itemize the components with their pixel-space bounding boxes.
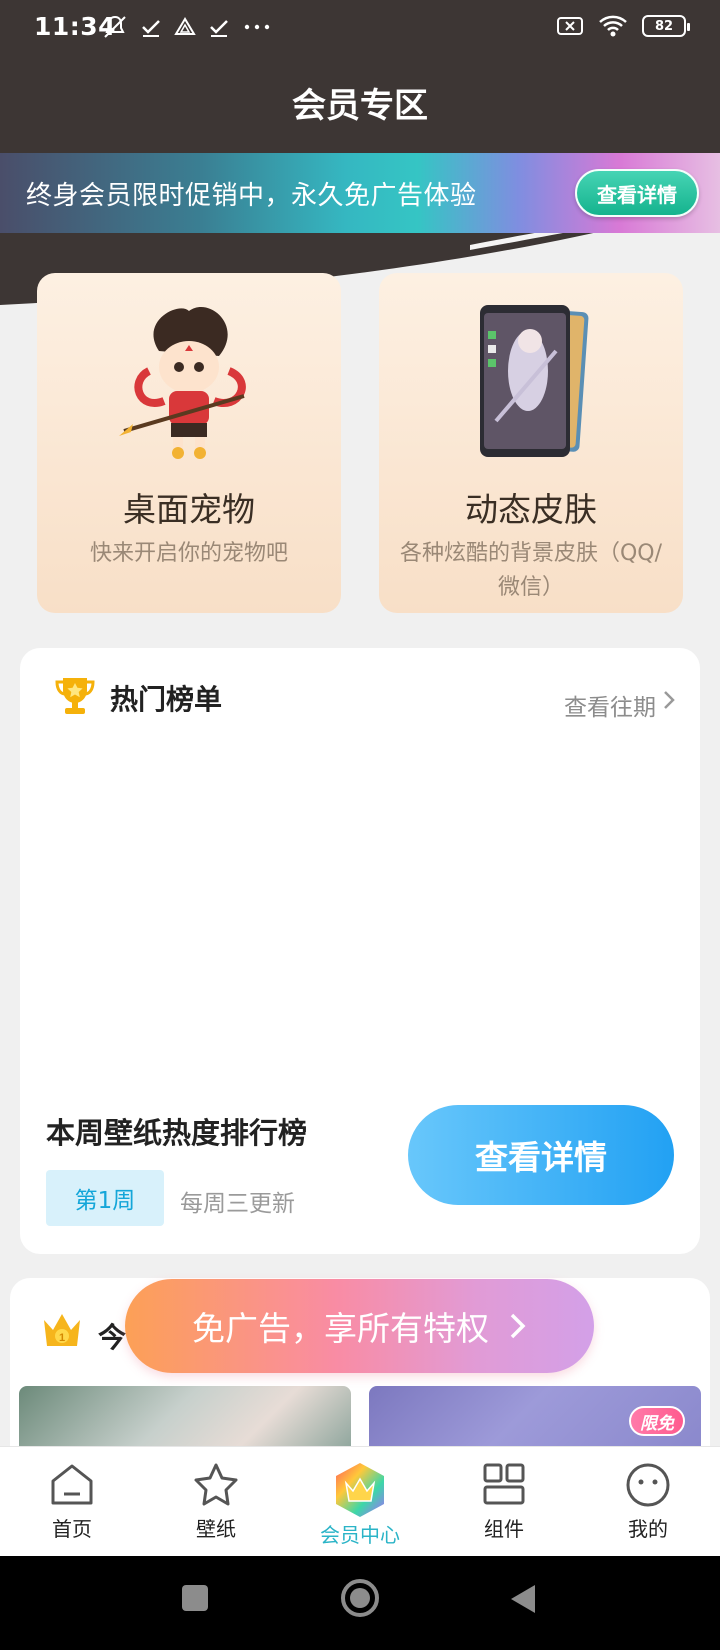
wifi-icon [599, 15, 627, 37]
check-icon [210, 20, 228, 37]
feature-subtitle: 各种炫酷的背景皮肤（QQ/微信） [399, 541, 663, 600]
chevron-right-icon [510, 1313, 526, 1339]
free-tag: 限免 [629, 1406, 685, 1436]
tab-wallpaper[interactable]: 壁纸 [144, 1447, 288, 1557]
tab-label: 会员中心 [320, 1523, 400, 1547]
tab-vip-center[interactable]: 会员中心 [288, 1447, 432, 1557]
drive-icon [174, 17, 196, 35]
ranking-detail-button[interactable]: 查看详情 [408, 1105, 674, 1205]
tab-widgets[interactable]: 组件 [432, 1447, 576, 1557]
ranking-title: 热门榜单 [110, 683, 223, 716]
weekly-ranking-title: 本周壁纸热度排行榜 [46, 1116, 308, 1150]
view-history-link[interactable]: 查看往期 [564, 688, 656, 722]
tab-profile[interactable]: 我的 [576, 1447, 720, 1557]
feature-title: 动态皮肤 [465, 490, 597, 529]
feature-card-desktop-pet[interactable]: 桌面宠物 快来开启你的宠物吧 [37, 273, 341, 613]
trophy-icon [55, 678, 95, 714]
home-icon [51, 1464, 93, 1505]
week-badge: 第1周 [46, 1170, 164, 1226]
promo-text: 终身会员限时促销中，永久免广告体验 [26, 181, 477, 211]
page-title: 会员专区 [292, 86, 428, 126]
feature-title: 桌面宠物 [123, 490, 255, 529]
tab-label: 首页 [52, 1517, 92, 1541]
widgets-icon [483, 1463, 525, 1505]
feature-subtitle: 快来开启你的宠物吧 [89, 541, 288, 566]
status-right-icons: 82 [556, 14, 690, 38]
tab-home[interactable]: 首页 [0, 1447, 144, 1557]
vip-privilege-button[interactable]: 免广告，享所有特权 [125, 1279, 594, 1373]
svg-text:1: 1 [59, 1332, 65, 1344]
sim-off-icon [557, 17, 583, 35]
home-circle-icon[interactable] [340, 1578, 380, 1618]
status-bar: 11:34 82 [0, 0, 720, 56]
check-icon [142, 20, 160, 37]
today-title: 今 [98, 1321, 127, 1354]
ranking-card: 热门榜单 查看往期 本周壁纸热度排行榜 第1周 每周三更新 查看详情 [20, 648, 700, 1254]
phone-skin-image [480, 305, 589, 457]
more-icon [244, 24, 270, 30]
system-navigation-bar [0, 1556, 720, 1650]
pet-character-image [119, 307, 246, 459]
header: 会员专区 [0, 56, 720, 154]
feature-card-dynamic-skin[interactable]: 动态皮肤 各种炫酷的背景皮肤（QQ/微信） [379, 273, 683, 613]
update-note: 每周三更新 [180, 1191, 295, 1217]
star-icon [194, 1463, 238, 1506]
promo-detail-button[interactable]: 查看详情 [575, 169, 699, 217]
smile-icon [626, 1463, 670, 1507]
status-left-icons [102, 14, 272, 40]
tab-label: 我的 [628, 1517, 668, 1541]
back-icon[interactable] [508, 1583, 538, 1615]
mute-icon [104, 15, 126, 38]
vip-privilege-label: 免广告，享所有特权 [192, 1309, 489, 1348]
battery-icon: 82 [642, 15, 690, 37]
crown-icon: 1 [44, 1314, 80, 1346]
bottom-tab-bar: 首页 壁纸 会员中心 组件 我的 [0, 1446, 720, 1556]
chevron-right-icon[interactable] [662, 688, 676, 712]
tab-label: 壁纸 [196, 1517, 236, 1541]
vip-crown-icon [336, 1463, 384, 1517]
tab-label: 组件 [484, 1517, 524, 1541]
recents-icon[interactable] [180, 1583, 210, 1613]
